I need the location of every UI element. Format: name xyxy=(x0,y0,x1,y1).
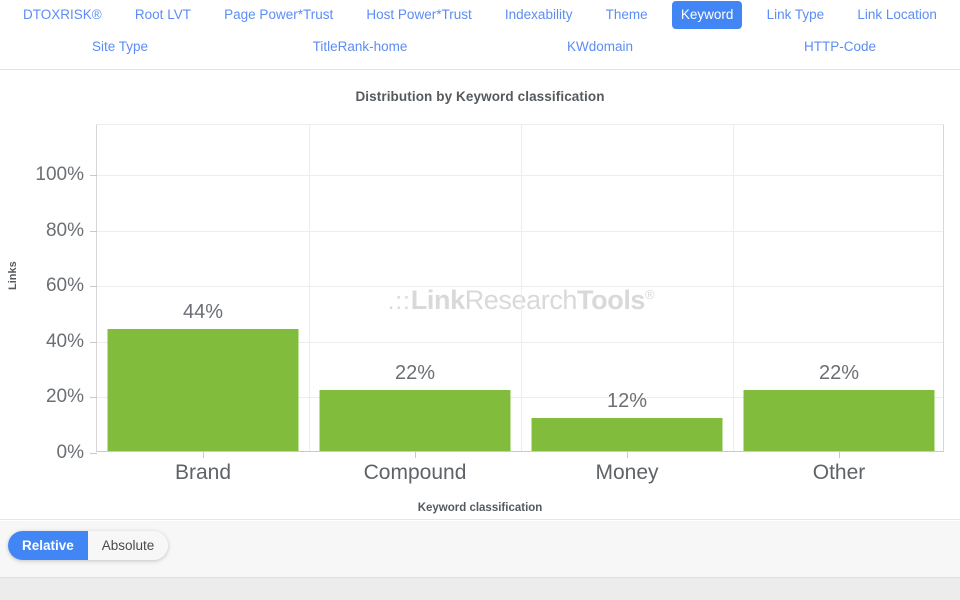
tab-label: Site Type xyxy=(91,38,149,54)
y-axis-tick xyxy=(90,453,97,454)
tab-label: Indexability xyxy=(504,6,573,22)
tab-page-power-trust[interactable]: Page Power*Trust xyxy=(215,1,342,29)
bar[interactable] xyxy=(319,389,511,451)
x-axis-category-label: Compound xyxy=(363,461,467,484)
toggle-option-absolute[interactable]: Absolute xyxy=(87,531,169,560)
y-axis-tick xyxy=(90,175,97,177)
tab-http-code[interactable]: HTTP-Code xyxy=(720,33,960,61)
tab-keyword[interactable]: Keyword xyxy=(671,0,743,30)
bar-value-label: 22% xyxy=(818,361,860,384)
tab-link-type[interactable]: Link Type xyxy=(758,1,834,29)
relative-absolute-toggle[interactable]: Relative Absolute xyxy=(8,531,169,560)
tab-label: Theme xyxy=(605,6,648,22)
tab-site-type[interactable]: Site Type xyxy=(0,33,240,61)
chart-column: 22% Other xyxy=(733,125,945,484)
y-axis-tick-label: 40% xyxy=(45,330,84,352)
x-axis-tick xyxy=(203,451,204,458)
tabbar-row-primary: DTOXRISK® Root LVT Page Power*Trust Host Po… xyxy=(0,0,960,30)
tab-label: Link Location xyxy=(857,6,937,22)
y-axis-tick xyxy=(90,397,97,399)
y-axis-tick-label: 0% xyxy=(56,442,84,463)
tab-label: Root LVT xyxy=(134,6,191,22)
chart-column: 22% Compound xyxy=(309,125,521,484)
x-axis-tick xyxy=(415,451,416,458)
tab-root-lvt[interactable]: Root LVT xyxy=(126,1,200,29)
chart-card: Distribution by Keyword classification L… xyxy=(0,70,960,520)
tabbar-row-secondary: Site Type TitleRank-home KWdomain HTTP-Code xyxy=(0,32,960,62)
tab-host-power-trust[interactable]: Host Power*Trust xyxy=(357,1,480,29)
chart-title: Distribution by Keyword classification xyxy=(355,89,605,104)
bar-value-label: 44% xyxy=(182,300,224,323)
tab-label: Page Power*Trust xyxy=(224,6,334,22)
y-axis-tick xyxy=(90,286,97,288)
y-axis-title: Links xyxy=(7,261,19,290)
tab-label: KWdomain xyxy=(566,38,634,54)
tab-theme[interactable]: Theme xyxy=(597,1,657,29)
tab-kwdomain[interactable]: KWdomain xyxy=(480,33,720,61)
toggle-option-relative[interactable]: Relative xyxy=(8,531,88,560)
y-axis-tick-label: 80% xyxy=(45,219,84,241)
chart-column: 12% Money xyxy=(521,125,733,484)
chart-column: 44% Brand xyxy=(97,125,309,484)
tab-link-location[interactable]: Link Location xyxy=(848,1,946,29)
bottom-strip xyxy=(0,578,960,600)
tab-label: DTOXRISK® xyxy=(23,6,102,22)
y-axis-tick xyxy=(90,341,97,343)
tab-label: Link Type xyxy=(766,6,825,22)
chart-footer: Relative Absolute xyxy=(0,521,960,578)
tab-dtoxrisk[interactable]: DTOXRISK® xyxy=(14,1,111,29)
y-axis-tick-label: 20% xyxy=(45,386,84,408)
keyword-distribution-page: DTOXRISK® Root LVT Page Power*Trust Host Po… xyxy=(0,0,960,600)
tab-indexability[interactable]: Indexability xyxy=(496,1,582,29)
category-tabbar: DTOXRISK® Root LVT Page Power*Trust Host Po… xyxy=(0,0,960,70)
y-axis-tick-label: 100% xyxy=(35,164,84,186)
tab-label: Keyword xyxy=(680,6,734,22)
bar-value-label: 22% xyxy=(394,361,436,384)
x-axis-title: Keyword classification xyxy=(417,502,543,514)
x-axis-category-label: Brand xyxy=(174,461,232,484)
x-axis-tick xyxy=(627,451,628,458)
x-axis-tick xyxy=(839,451,840,458)
x-axis-category-label: Money xyxy=(595,461,659,484)
y-axis-tick xyxy=(90,230,97,232)
bar[interactable] xyxy=(531,417,723,451)
bar-value-label: 12% xyxy=(606,389,648,412)
tab-label: TitleRank-home xyxy=(312,38,408,54)
plot-area: .::LinkResearchTools® 0% 20% 40% 60% 80% 100%… xyxy=(35,124,945,484)
bar[interactable] xyxy=(743,389,935,451)
y-axis-tick-label: 60% xyxy=(45,275,84,297)
x-axis-category-label: Other xyxy=(812,461,866,484)
tab-label: Host Power*Trust xyxy=(366,6,472,22)
tab-label: HTTP-Code xyxy=(803,38,876,54)
bar[interactable] xyxy=(107,328,299,451)
tab-titlerank-home[interactable]: TitleRank-home xyxy=(240,33,480,61)
